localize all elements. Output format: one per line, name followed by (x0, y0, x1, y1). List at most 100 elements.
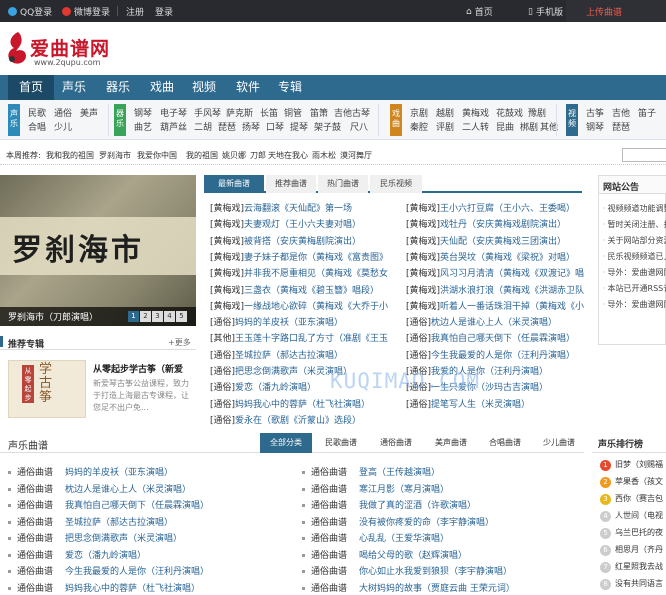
mobile-link[interactable]: ▯ 手机版 (528, 5, 563, 19)
category-link[interactable]: 提琴 (290, 120, 308, 133)
score-title[interactable]: 夫妻观灯（王小六夫妻对唱） (244, 220, 361, 230)
category-link[interactable]: 铜管 (284, 106, 302, 119)
category-link[interactable]: 葫芦丝 (160, 120, 187, 133)
tab-chorus[interactable]: 合唱曲谱 (480, 433, 530, 453)
category-link[interactable]: 吉他 (612, 106, 630, 119)
table-row[interactable]: 通俗曲谱 寒江月影（寒月演唱） (302, 482, 582, 495)
category-link[interactable]: 电子琴 (160, 106, 187, 119)
category-link[interactable]: 古筝 (586, 106, 604, 119)
row-title[interactable]: 枕边人是谁心上人（米灵演唱） (65, 485, 191, 495)
tab-popular[interactable]: 热门曲谱 (318, 175, 368, 193)
tag-link[interactable]: 罗刹海市 (99, 150, 131, 161)
score-item[interactable]: [黄梅戏]妻子妹子都是你（黄梅戏《富贵图》 (210, 250, 388, 263)
score-title[interactable]: 三盏衣（黄梅戏《碧玉簪》唱段） (244, 286, 379, 296)
row-title[interactable]: 喝给父母的歌（赵辉演唱） (359, 551, 467, 561)
score-item[interactable]: [黄梅戏]听着人一番话珠泪干掉（黄梅戏《小 (406, 299, 584, 312)
tag-link[interactable]: 刀郎 (250, 150, 266, 161)
score-title[interactable]: 被背搭（安庆黄梅剧院演出） (244, 237, 361, 247)
nav-vocal[interactable]: 声乐 (54, 75, 94, 100)
score-title[interactable]: 提笔写人生（米灵演唱） (431, 400, 530, 410)
nav-album[interactable]: 专辑 (270, 75, 310, 100)
tab-recommended[interactable]: 推荐曲谱 (266, 175, 316, 193)
score-title[interactable]: 枕边人是谁心上人（米灵演唱） (431, 318, 557, 328)
row-title[interactable]: 今生我最爱的人是你（汪利丹演唱） (65, 567, 209, 577)
score-title[interactable]: 妻子妹子都是你（黄梅戏《富贵图》 (244, 253, 388, 263)
slider-dot[interactable]: 3 (152, 311, 163, 322)
table-row[interactable]: 通俗曲谱 大树妈妈的故事（贾庭云曲 王荣元词） (302, 581, 582, 594)
score-title[interactable]: 风习习月清清（黄梅戏《双渡记》唱 (440, 269, 584, 279)
table-row[interactable]: 通俗曲谱 心乱乱（王爱华演唱） (302, 531, 582, 544)
score-item[interactable]: [黄梅戏]洪湖水浪打浪（黄梅戏《洪湖赤卫队 (406, 283, 584, 296)
slider-dot[interactable]: 2 (140, 311, 151, 322)
notice-item[interactable]: 导外：爱曲谱网同步上线 (603, 299, 666, 310)
album-title[interactable]: 从零起步学古筝（新爱 (93, 362, 183, 375)
row-title[interactable]: 寒江月影（寒月演唱） (359, 485, 449, 495)
table-row[interactable]: 通俗曲谱 你心如止水我爱到狼狈（李宇静演唱） (302, 564, 582, 577)
score-item[interactable]: [黄梅戏]天仙配（安庆黄梅戏三团演出） (406, 234, 584, 247)
score-item[interactable]: [黄梅戏]云海翻滚《天仙配》第一场 (210, 201, 388, 214)
category-link[interactable]: 架子鼓 (314, 120, 341, 133)
score-item[interactable]: [通俗]圣城拉萨（郝达古拉演唱） (210, 348, 388, 361)
category-link[interactable]: 少儿 (54, 120, 72, 133)
row-title[interactable]: 妈妈我心中的蓉萨（杜飞社演唱） (65, 584, 200, 594)
qq-login-link[interactable]: QQ登录 (8, 5, 52, 18)
table-row[interactable]: 通俗曲谱 我做了真的涩酒（许歌演唱） (302, 498, 582, 511)
score-item[interactable]: [黄梅戏]一缘战地心欲碎（黄梅戏《大乔于小 (210, 299, 388, 312)
notice-item[interactable]: 本站已开通RSS订阅 (603, 283, 666, 294)
category-link[interactable]: 琵琶 (612, 120, 630, 133)
category-link[interactable]: 钢琴 (134, 106, 152, 119)
score-item[interactable]: [通俗]枕边人是谁心上人（米灵演唱） (406, 315, 584, 328)
row-title[interactable]: 爱恋（潘九岭演唱） (65, 551, 146, 561)
score-title[interactable]: 今生我最爱的人是你（汪利丹演唱） (431, 351, 575, 361)
row-title[interactable]: 登高（王传越演唱） (359, 468, 440, 478)
score-title[interactable]: 云海翻滚《天仙配》第一场 (244, 204, 352, 214)
album-thumbnail[interactable]: 从零起步 学古筝 (8, 360, 86, 418)
category-link[interactable]: 花鼓戏 (496, 106, 523, 119)
score-title[interactable]: 妈妈的羊皮袄（亚东演唱） (235, 318, 343, 328)
row-title[interactable]: 没有被你疼爱的命（李宇静演唱） (359, 518, 494, 528)
score-item[interactable]: [其他]王玉莲十字路口乱了方寸（准剧《王玉 (210, 331, 388, 344)
score-title[interactable]: 王玉莲十字路口乱了方寸（准剧《王玉 (235, 334, 388, 344)
category-link[interactable]: 豫剧 (528, 106, 546, 119)
slider-dot[interactable]: 4 (164, 311, 175, 322)
category-link[interactable]: 笛子 (638, 106, 656, 119)
site-logo[interactable]: 爱曲谱网 www.2qupu.com (4, 26, 124, 72)
category-link[interactable]: 笛箫 (310, 106, 328, 119)
notice-item[interactable]: 关于网站部分资源说明 (603, 235, 666, 246)
weibo-login-link[interactable]: 微博登录 (62, 5, 110, 18)
tag-link[interactable]: 我和我的祖国 (46, 150, 94, 161)
rank-item[interactable]: 3 西你（赛吉包 (600, 493, 663, 505)
upload-link[interactable]: 上传曲谱 (586, 5, 622, 18)
score-item[interactable]: [黄梅戏]并非我不愿重相见（黄梅戏《莫愁女》 (210, 266, 388, 279)
home-link[interactable]: ⌂ 首页 (466, 5, 493, 19)
score-title[interactable]: 妈妈我心中的蓉萨（杜飞社演唱） (235, 400, 370, 410)
tag-link[interactable]: 姚贝娜 (222, 150, 246, 161)
category-link[interactable]: 民歌 (28, 106, 46, 119)
tab-bel-canto[interactable]: 美声曲谱 (426, 433, 476, 453)
score-item[interactable]: [黄梅戏]戏牡丹（安庆黄梅戏剧院演出） (406, 217, 584, 230)
score-item[interactable]: [通俗]今生我最爱的人是你（汪利丹演唱） (406, 348, 584, 361)
nav-home[interactable]: 首页 (8, 75, 54, 100)
row-title[interactable]: 你心如止水我爱到狼狈（李宇静演唱） (359, 567, 512, 577)
score-title[interactable]: 英台哭坟（黄梅戏《梁祝》对唱） (440, 253, 575, 263)
table-row[interactable]: 通俗曲谱 没有被你疼爱的命（李宇静演唱） (302, 515, 582, 528)
score-item[interactable]: [黄梅戏]英台哭坟（黄梅戏《梁祝》对唱） (406, 250, 584, 263)
rank-item[interactable]: 4 人世间（电视 (600, 510, 663, 522)
tab-folk[interactable]: 民歌曲谱 (316, 433, 366, 453)
table-row[interactable]: 通俗曲谱 把思念倒满歌声（米灵演唱） (8, 531, 288, 544)
score-item[interactable]: [通俗]提笔写人生（米灵演唱） (406, 397, 584, 410)
rank-item[interactable]: 1 旧梦（刘赐福 (600, 459, 663, 471)
score-title[interactable]: 我真怕自己哪天倒下（任晨霖演唱） (431, 334, 575, 344)
nav-instrumental[interactable]: 器乐 (98, 75, 138, 100)
rank-item[interactable]: 8 没有共同语言 (600, 578, 663, 590)
score-item[interactable]: [通俗]妈妈的羊皮袄（亚东演唱） (210, 315, 388, 328)
category-link[interactable]: 琵琶 (218, 120, 236, 133)
search-input[interactable] (622, 148, 666, 162)
login-link[interactable]: 登录 (155, 5, 173, 18)
tab-folk-video[interactable]: 民乐视频 (370, 175, 422, 193)
tab-all[interactable]: 全部分类 (260, 433, 312, 453)
rank-item[interactable]: 7 红星照我去战 (600, 561, 663, 573)
row-title[interactable]: 心乱乱（王爱华演唱） (359, 534, 449, 544)
category-link[interactable]: 手风琴 (194, 106, 221, 119)
category-link[interactable]: 扬琴 (242, 120, 260, 133)
